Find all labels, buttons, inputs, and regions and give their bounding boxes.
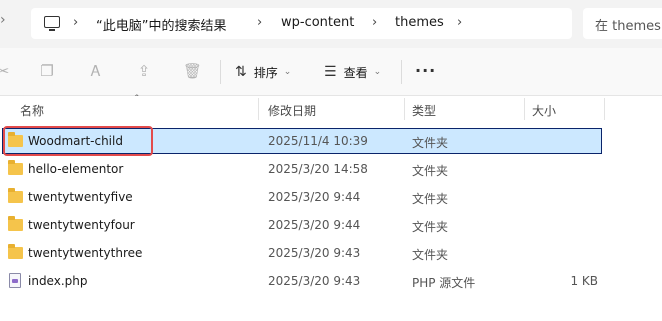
file-name[interactable]: twentytwentythree: [28, 246, 142, 260]
file-type: 文件夹: [412, 164, 449, 178]
address-bar-row: › › “此电脑”中的搜索结果 › wp-content › themes › …: [0, 0, 662, 48]
search-placeholder: 在 themes: [595, 19, 661, 34]
view-button[interactable]: ☰ 查看 ⌄: [324, 60, 381, 84]
file-type: 文件夹: [412, 192, 449, 206]
chevron-right-icon[interactable]: ›: [257, 15, 262, 30]
file-name[interactable]: index.php: [28, 274, 87, 288]
view-icon: ☰: [324, 64, 337, 80]
annotation-highlight-box: [3, 126, 153, 156]
folder-icon: [8, 160, 23, 175]
file-type: PHP 源文件: [412, 276, 476, 290]
php-file-icon: [9, 273, 21, 288]
file-date: 2025/3/20 9:44: [268, 218, 361, 232]
folder-icon: [8, 216, 23, 231]
command-bar: ✂ ❐ Ꭺ ⇪ 🗑 ⇅ 排序 ⌄ ☰ 查看 ⌄ ···: [0, 48, 662, 96]
column-divider[interactable]: [604, 98, 605, 120]
more-options-button[interactable]: ···: [415, 61, 436, 80]
column-divider[interactable]: [258, 98, 259, 120]
chevron-down-icon: ⌄: [373, 67, 382, 77]
rename-icon[interactable]: Ꭺ: [87, 62, 105, 80]
column-header-row: 名称 修改日期 类型 大小: [0, 96, 662, 122]
list-item[interactable]: hello-elementor 2025/3/20 14:58 文件夹: [0, 156, 662, 184]
sort-button[interactable]: ⇅ 排序 ⌄: [235, 60, 291, 84]
chevron-down-icon: ⌄: [283, 67, 292, 77]
sort-icon: ⇅: [235, 64, 247, 80]
toolbar-divider: [401, 60, 402, 84]
chevron-right-icon[interactable]: ›: [73, 15, 78, 30]
file-date: 2025/3/20 9:43: [268, 246, 361, 260]
chevron-right-icon[interactable]: ›: [372, 15, 377, 30]
back-arrow-icon[interactable]: ›: [0, 12, 14, 38]
breadcrumb-search-results[interactable]: “此电脑”中的搜索结果: [96, 15, 226, 34]
list-item[interactable]: twentytwentythree 2025/3/20 9:43 文件夹: [0, 240, 662, 268]
file-date: 2025/3/20 14:58: [268, 162, 368, 176]
address-bar[interactable]: › “此电脑”中的搜索结果 › wp-content › themes ›: [31, 8, 572, 39]
file-type: 文件夹: [412, 248, 449, 262]
file-name[interactable]: twentytwentyfour: [28, 218, 135, 232]
column-divider[interactable]: [404, 98, 405, 120]
breadcrumb-wp-content[interactable]: wp-content: [281, 15, 354, 30]
list-item[interactable]: twentytwentyfive 2025/3/20 9:44 文件夹: [0, 184, 662, 212]
cut-icon[interactable]: ✂: [0, 62, 12, 80]
file-name[interactable]: twentytwentyfive: [28, 190, 133, 204]
column-size[interactable]: 大小: [532, 102, 556, 119]
list-item[interactable]: twentytwentyfour 2025/3/20 9:44 文件夹: [0, 212, 662, 240]
file-size: 1 KB: [570, 274, 598, 288]
folder-icon: [8, 188, 23, 203]
copy-icon[interactable]: ❐: [38, 62, 56, 80]
toolbar-divider: [220, 60, 221, 84]
this-pc-icon[interactable]: [44, 16, 60, 31]
column-name[interactable]: 名称: [20, 102, 44, 119]
file-type: 文件夹: [412, 136, 449, 150]
column-type[interactable]: 类型: [412, 102, 436, 119]
folder-icon: [8, 244, 23, 259]
column-date[interactable]: 修改日期: [268, 102, 316, 119]
delete-icon[interactable]: 🗑: [183, 62, 202, 80]
list-item[interactable]: index.php 2025/3/20 9:43 PHP 源文件 1 KB: [0, 268, 662, 296]
search-input[interactable]: 在 themes: [583, 8, 662, 39]
column-divider[interactable]: [524, 98, 525, 120]
breadcrumb-themes[interactable]: themes: [395, 15, 444, 30]
file-date: 2025/3/20 9:44: [268, 190, 361, 204]
sort-label: 排序: [253, 65, 278, 80]
chevron-right-icon[interactable]: ›: [457, 15, 462, 30]
file-date: 2025/11/4 10:39: [268, 134, 368, 148]
file-date: 2025/3/20 9:43: [268, 274, 361, 288]
share-icon[interactable]: ⇪: [135, 62, 153, 80]
view-label: 查看: [343, 65, 368, 80]
file-type: 文件夹: [412, 220, 449, 234]
file-name[interactable]: hello-elementor: [28, 162, 123, 176]
